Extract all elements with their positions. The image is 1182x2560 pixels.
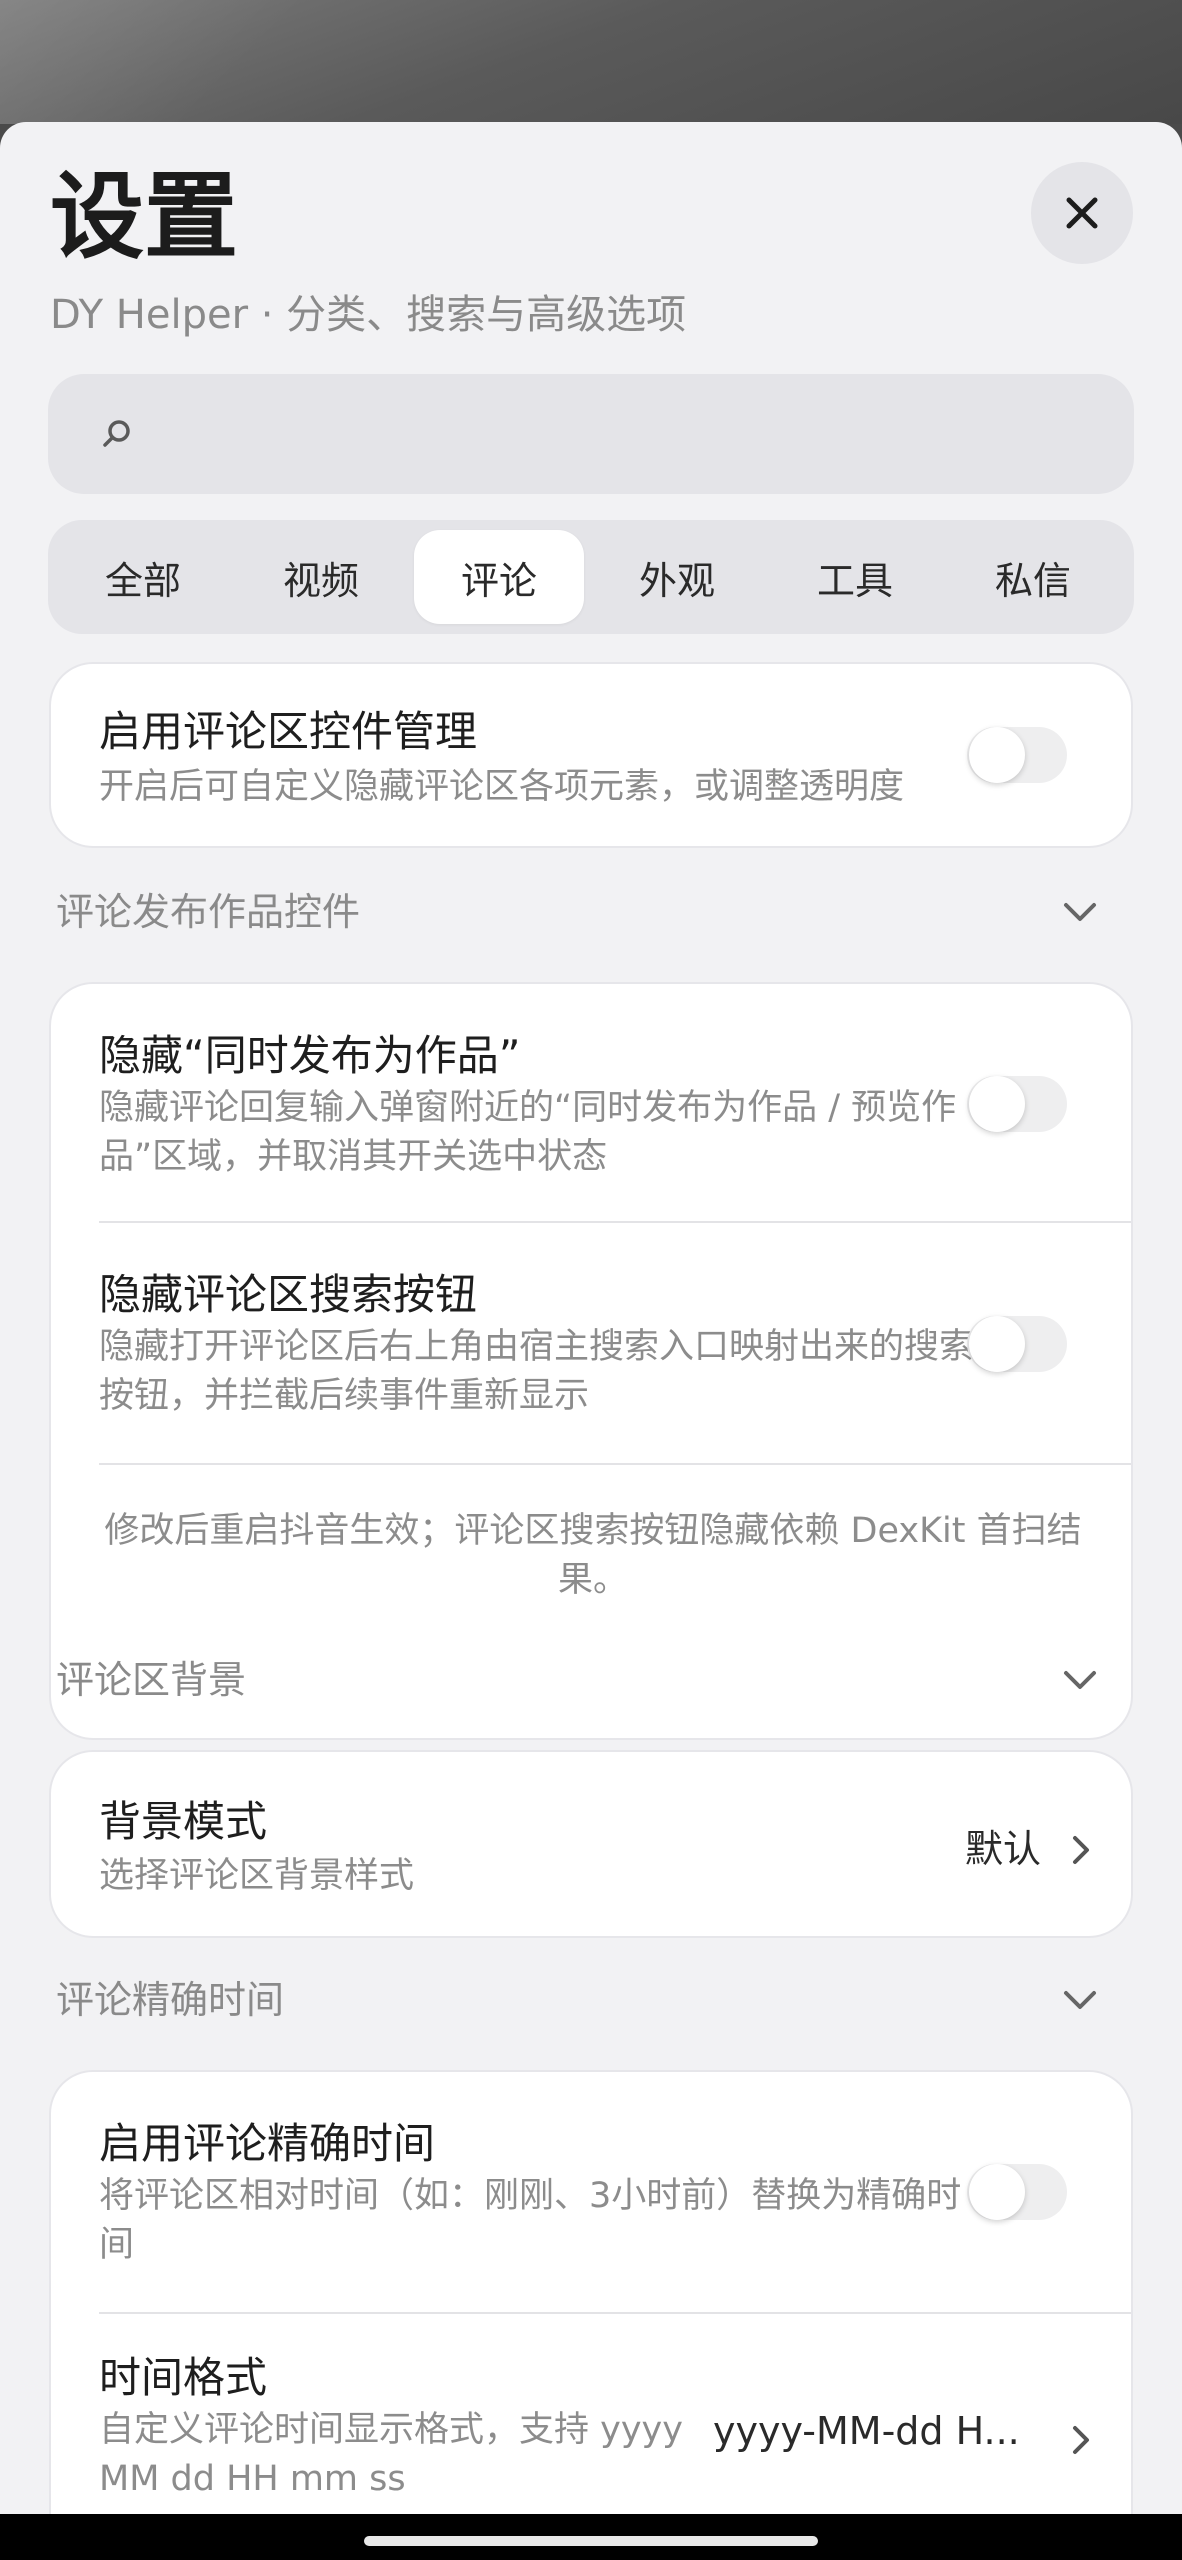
precise-time-card: 启用评论精确时间 将评论区相对时间（如：刚刚、3小时前）替换为精确时间 时间格式… (49, 2070, 1133, 2514)
master-toggle-switch[interactable] (967, 727, 1067, 783)
section-label: 评论发布作品控件 (56, 890, 361, 934)
divider (99, 1463, 1131, 1465)
search-bar[interactable] (48, 374, 1134, 494)
setting-desc: 隐藏评论回复输入弹窗附近的“同时发布为作品 / 预览作品”区域，并取消其开关选中… (99, 1088, 957, 1177)
restart-note: 修改后重启抖音生效；评论区搜索按钮隐藏依赖 DexKit 首扫结果。 (104, 1511, 1082, 1600)
setting-row-background-mode[interactable]: 背景模式 选择评论区背景样式 默认 (51, 1752, 1131, 1936)
setting-desc: 将评论区相对时间（如：刚刚、3小时前）替换为精确时间 (99, 2176, 962, 2265)
toggle-knob (969, 727, 1025, 783)
tab-appearance[interactable]: 外观 (592, 530, 762, 624)
section-label: 评论精确时间 (56, 1978, 285, 2022)
section-label: 评论区背景 (56, 1658, 247, 1702)
settings-sheet: 设置 DY Helper · 分类、搜索与高级选项 全部 视频 评论 外观 工具… (0, 122, 1182, 2514)
master-toggle-desc: 开启后可自定义隐藏评论区各项元素，或调整透明度 (99, 767, 905, 807)
section-header-precise-time[interactable]: 评论精确时间 (56, 1970, 1126, 2030)
master-toggle-card: 启用评论区控件管理 开启后可自定义隐藏评论区各项元素，或调整透明度 (49, 662, 1133, 848)
toggle-knob (969, 2164, 1025, 2220)
time-format-value: yyyy-MM-dd H... (713, 2409, 1020, 2453)
setting-desc: 自定义评论时间显示格式，支持 yyyy MM dd HH mm ss (99, 2410, 683, 2499)
setting-desc: 选择评论区背景样式 (99, 1856, 415, 1896)
hide-search-button-toggle[interactable] (967, 1316, 1067, 1372)
setting-title: 启用评论精确时间 (99, 2119, 436, 2168)
section-header-publish-controls[interactable]: 评论发布作品控件 (56, 882, 1126, 942)
system-navigation-bar (0, 2514, 1182, 2560)
master-toggle-title: 启用评论区控件管理 (99, 707, 478, 756)
toggle-knob (969, 1076, 1025, 1132)
chevron-down-icon (1064, 903, 1096, 921)
setting-row-hide-publish-as-work[interactable]: 隐藏“同时发布为作品” 隐藏评论回复输入弹窗附近的“同时发布为作品 / 预览作品… (51, 984, 1131, 1221)
page-title: 设置 (50, 163, 239, 272)
setting-row-time-format[interactable]: 时间格式 自定义评论时间显示格式，支持 yyyy MM dd HH mm ss … (51, 2314, 1131, 2514)
setting-title: 隐藏“同时发布为作品” (99, 1031, 521, 1080)
home-indicator[interactable] (364, 2536, 818, 2546)
search-icon (103, 420, 130, 447)
setting-row-hide-search-button[interactable]: 隐藏评论区搜索按钮 隐藏打开评论区后右上角由宿主搜索入口映射出来的搜索按钮，并拦… (51, 1223, 1131, 1463)
tab-all[interactable]: 全部 (58, 530, 228, 624)
close-icon (1066, 197, 1098, 229)
setting-desc: 隐藏打开评论区后右上角由宿主搜索入口映射出来的搜索按钮，并拦截后续事件重新显示 (99, 1327, 975, 1416)
tab-tools[interactable]: 工具 (770, 530, 940, 624)
setting-row-enable-precise-time[interactable]: 启用评论精确时间 将评论区相对时间（如：刚刚、3小时前）替换为精确时间 (51, 2072, 1131, 2312)
category-tabs: 全部 视频 评论 外观 工具 私信 (48, 520, 1134, 634)
chevron-right-icon (1073, 2426, 1089, 2454)
hide-publish-as-work-toggle[interactable] (967, 1076, 1067, 1132)
close-button[interactable] (1031, 162, 1133, 264)
setting-title: 隐藏评论区搜索按钮 (99, 1270, 478, 1319)
tab-comments[interactable]: 评论 (414, 530, 584, 624)
dimmed-backdrop[interactable] (0, 0, 1182, 124)
background-card: 背景模式 选择评论区背景样式 默认 (49, 1750, 1133, 1938)
publish-controls-card: 隐藏“同时发布为作品” 隐藏评论回复输入弹窗附近的“同时发布为作品 / 预览作品… (49, 982, 1133, 1740)
enable-precise-time-toggle[interactable] (967, 2164, 1067, 2220)
chevron-down-icon (1064, 1671, 1096, 1689)
setting-title: 背景模式 (99, 1797, 268, 1846)
chevron-down-icon (1064, 1991, 1096, 2009)
page-subtitle: DY Helper · 分类、搜索与高级选项 (50, 292, 687, 338)
chevron-right-icon (1073, 1836, 1089, 1864)
setting-title: 时间格式 (99, 2353, 268, 2402)
toggle-knob (969, 1316, 1025, 1372)
tab-messages[interactable]: 私信 (948, 530, 1118, 624)
search-input[interactable] (158, 412, 1058, 456)
background-mode-value: 默认 (965, 1827, 1042, 1871)
section-header-background[interactable]: 评论区背景 (56, 1650, 1126, 1710)
tab-video[interactable]: 视频 (236, 530, 406, 624)
